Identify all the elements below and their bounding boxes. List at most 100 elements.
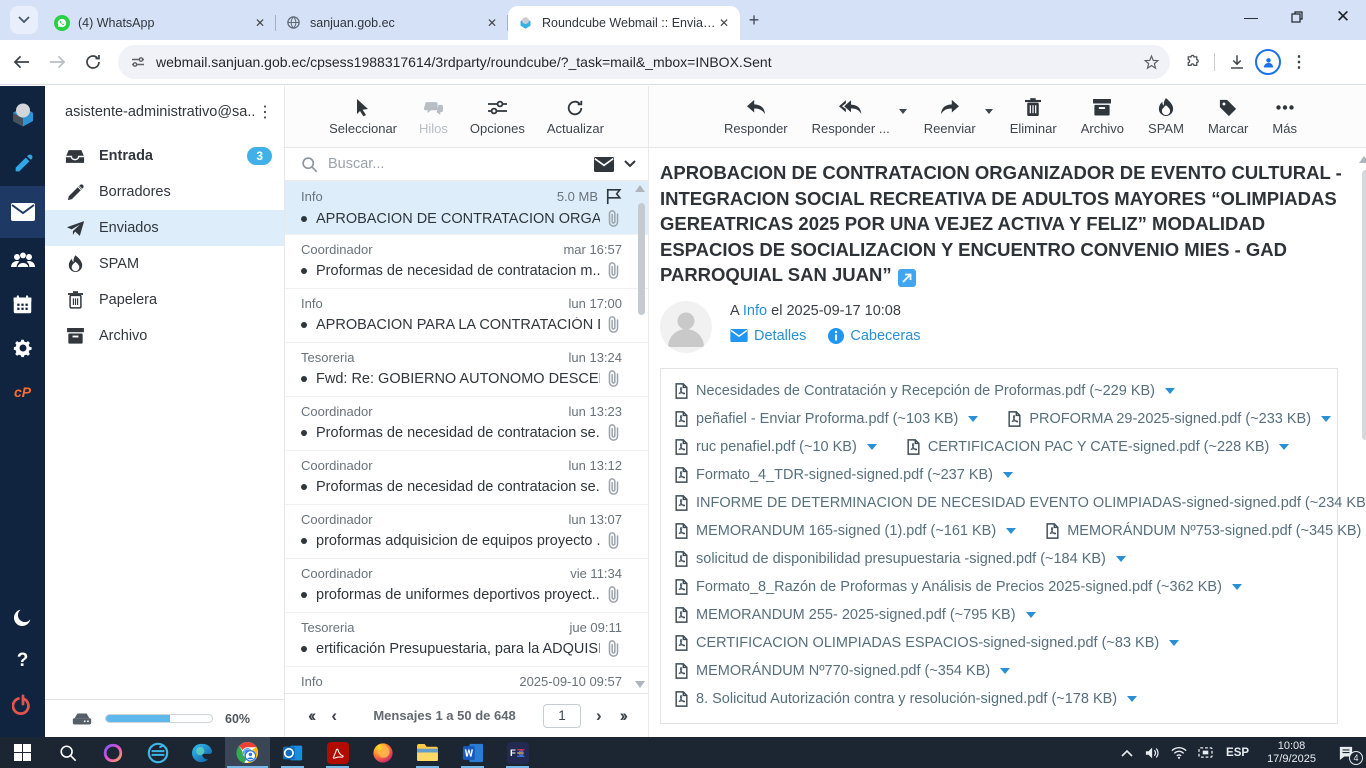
notifications-button[interactable]: 4 (1326, 737, 1366, 768)
refresh-button[interactable]: Actualizar (540, 98, 611, 136)
back-button[interactable] (6, 47, 36, 77)
search-input[interactable]: Buscar... (328, 156, 584, 172)
attachment-item[interactable]: MEMORANDUM 165-signed (1).pdf (~161 KB) (675, 523, 1016, 539)
edge-icon[interactable] (180, 737, 225, 768)
mail-nav-button[interactable] (0, 186, 45, 238)
attachment-name[interactable]: solicitud de disponibilidad presupuestar… (696, 551, 1106, 567)
chrome-taskbar-icon[interactable] (225, 737, 270, 768)
attachment-item[interactable]: CERTIFICACION PAC Y CATE-signed.pdf (~22… (907, 439, 1290, 455)
attachment-name[interactable]: CERTIFICACION OLIMPIADAS ESPACIOS-signed… (696, 635, 1159, 651)
reload-button[interactable] (78, 47, 108, 77)
new-tab-button[interactable]: + (740, 6, 768, 34)
message-row[interactable]: Coordinadormar 16:57Proformas de necesid… (285, 235, 648, 289)
attachment-menu-icon[interactable] (1279, 444, 1289, 450)
folder-item-enviados[interactable]: Enviados (45, 210, 284, 246)
folder-item-borradores[interactable]: Borradores (45, 174, 284, 210)
attachment-menu-icon[interactable] (1026, 612, 1036, 618)
to-recipient[interactable]: Info (743, 303, 767, 319)
contacts-nav-button[interactable] (0, 238, 45, 282)
restore-button[interactable] (1274, 0, 1320, 34)
dark-mode-button[interactable] (0, 595, 45, 639)
logout-button[interactable] (0, 683, 45, 727)
downloads-icon[interactable] (1223, 48, 1251, 76)
attachment-item[interactable]: peñafiel - Enviar Proforma.pdf (~103 KB) (675, 411, 978, 427)
address-bar[interactable]: webmail.sanjuan.gob.ec/cpsess1988317614/… (118, 45, 1170, 79)
internet-explorer-icon[interactable] (135, 737, 180, 768)
reader-scrollbar[interactable] (1359, 152, 1366, 737)
copilot-icon[interactable] (90, 737, 135, 768)
attachment-item[interactable]: PROFORMA 29-2025-signed.pdf (~233 KB) (1008, 411, 1331, 427)
next-page-button[interactable]: › (587, 706, 611, 726)
attachment-item[interactable]: MEMORÁNDUM Nº770-signed.pdf (~354 KB) (675, 663, 1010, 679)
compose-button[interactable] (0, 142, 45, 186)
wifi-icon[interactable] (1166, 737, 1192, 768)
attachment-name[interactable]: Formato_4_TDR-signed-signed.pdf (~237 KB… (696, 467, 993, 483)
message-row[interactable]: Infolun 17:00APROBACION PARA LA CONTRATA… (285, 289, 648, 343)
tray-expand-icon[interactable] (1114, 737, 1140, 768)
message-row[interactable]: Tesoreriajue 09:11ertificación Presupues… (285, 613, 648, 667)
outlook-icon[interactable] (270, 737, 315, 768)
tab-roundcube[interactable]: Roundcube Webmail :: Enviados ✕ (508, 6, 740, 40)
attachment-menu-icon[interactable] (1169, 640, 1179, 646)
reply-button[interactable]: Responder (717, 98, 795, 136)
attachment-menu-icon[interactable] (1000, 668, 1010, 674)
browser-profile-avatar[interactable] (1255, 49, 1281, 75)
attachment-item[interactable]: INFORME DE DETERMINACION DE NECESIDAD EV… (675, 495, 1366, 511)
attachment-name[interactable]: MEMORANDUM 165-signed (1).pdf (~161 KB) (696, 523, 996, 539)
extensions-icon[interactable] (1178, 48, 1206, 76)
tab-whatsapp[interactable]: (4) WhatsApp ✕ (44, 6, 276, 40)
attachment-item[interactable]: ruc penafiel.pdf (~10 KB) (675, 439, 877, 455)
tab-close-icon[interactable]: ✕ (716, 15, 732, 31)
flag-icon[interactable] (606, 188, 622, 205)
language-indicator[interactable]: ESP (1218, 747, 1257, 759)
details-toggle[interactable]: Detalles (730, 328, 806, 344)
select-button[interactable]: Seleccionar (322, 98, 404, 136)
file-explorer-icon[interactable] (405, 737, 450, 768)
scrollbar-thumb[interactable] (1362, 170, 1366, 440)
scroll-up-icon[interactable] (635, 185, 645, 192)
attachment-menu-icon[interactable] (867, 444, 877, 450)
message-row[interactable]: Info5.0 MBAPROBACION DE CONTRATACION ORG… (285, 181, 648, 235)
help-button[interactable]: ? (0, 639, 45, 683)
message-row[interactable]: Coordinadorlun 13:12Proformas de necesid… (285, 451, 648, 505)
firefox-icon[interactable] (360, 737, 405, 768)
calendar-nav-button[interactable] (0, 282, 45, 326)
attachment-name[interactable]: MEMORANDUM 255- 2025-signed.pdf (~795 KB… (696, 607, 1016, 623)
threads-button[interactable]: Hilos (412, 98, 455, 136)
attachment-item[interactable]: Formato_8_Razón de Proformas y Análisis … (675, 579, 1242, 595)
scroll-up-icon[interactable] (1359, 156, 1366, 163)
reply-all-button[interactable]: Responder ... (805, 98, 897, 136)
attachment-item[interactable]: Necesidades de Contratación y Recepción … (675, 383, 1175, 399)
bookmark-star-icon[interactable] (1143, 54, 1160, 71)
settings-nav-button[interactable] (0, 326, 45, 370)
attachment-menu-icon[interactable] (1003, 472, 1013, 478)
display-connect-icon[interactable] (1192, 737, 1218, 768)
attachment-menu-icon[interactable] (1321, 416, 1331, 422)
attachment-name[interactable]: 8. Solicitud Autorización contra y resol… (696, 691, 1117, 707)
attachment-name[interactable]: CERTIFICACION PAC Y CATE-signed.pdf (~22… (928, 439, 1270, 455)
attachment-name[interactable]: Necesidades de Contratación y Recepción … (696, 383, 1155, 399)
minimize-button[interactable]: — (1228, 0, 1274, 34)
volume-icon[interactable] (1140, 737, 1166, 768)
message-row[interactable]: Info2025-09-10 09:57 (285, 667, 648, 693)
folder-item-spam[interactable]: SPAM (45, 246, 284, 282)
headers-toggle[interactable]: Cabeceras (828, 328, 920, 344)
search-options-chevron-icon[interactable] (624, 160, 636, 168)
attachment-menu-icon[interactable] (968, 416, 978, 422)
attachment-menu-icon[interactable] (1116, 556, 1126, 562)
folder-item-entrada[interactable]: Entrada3 (45, 138, 284, 174)
attachment-item[interactable]: MEMORÁNDUM Nº753-signed.pdf (~345 KB) (1046, 523, 1366, 539)
account-menu-icon[interactable]: ⋮ (256, 102, 274, 122)
folder-item-papelera[interactable]: Papelera (45, 282, 284, 318)
attachment-name[interactable]: MEMORÁNDUM Nº770-signed.pdf (~354 KB) (696, 663, 990, 679)
attachment-name[interactable]: PROFORMA 29-2025-signed.pdf (~233 KB) (1029, 411, 1311, 427)
scroll-down-icon[interactable] (635, 681, 645, 688)
mark-button[interactable]: Marcar (1201, 98, 1255, 136)
close-window-button[interactable]: ✕ (1320, 0, 1366, 34)
attachment-name[interactable]: MEMORÁNDUM Nº753-signed.pdf (~345 KB) (1067, 523, 1361, 539)
acrobat-icon[interactable] (315, 737, 360, 768)
clock[interactable]: 10:08 17/9/2025 (1257, 740, 1326, 766)
message-row[interactable]: Tesorerialun 13:24Fwd: Re: GOBIERNO AUTO… (285, 343, 648, 397)
attachment-name[interactable]: Formato_8_Razón de Proformas y Análisis … (696, 579, 1222, 595)
last-page-button[interactable]: ›› (611, 706, 634, 726)
